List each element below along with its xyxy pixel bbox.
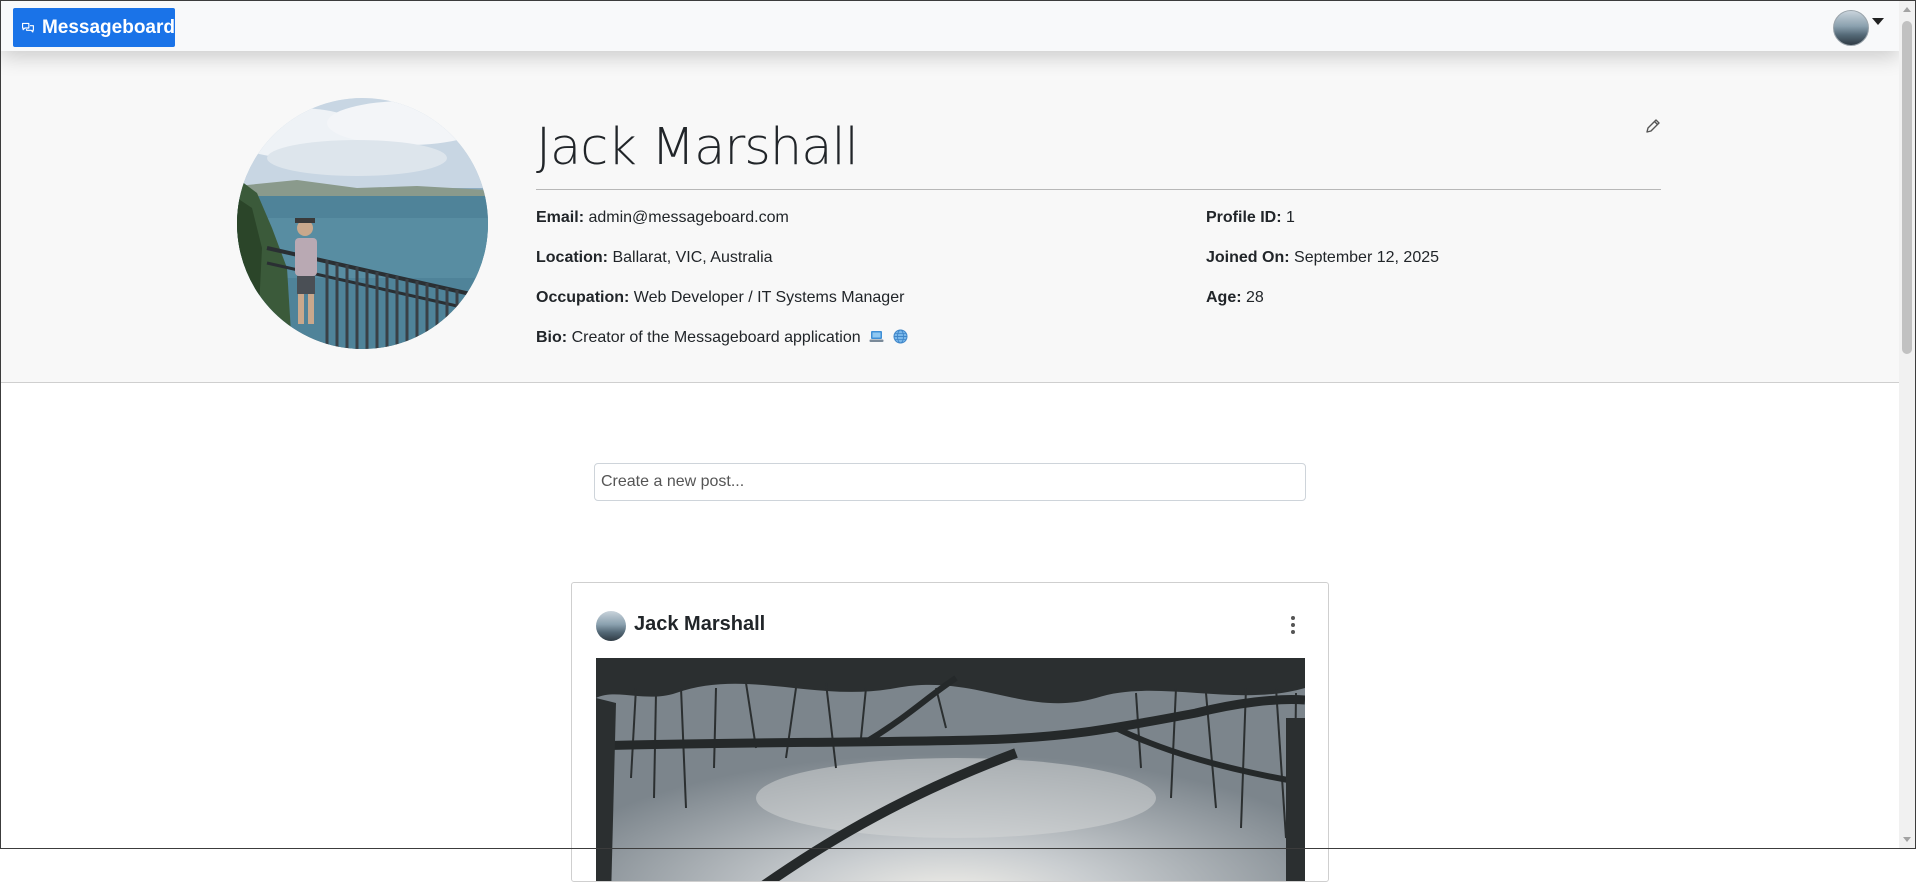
scroll-up-arrow-icon[interactable] [1903,7,1911,12]
profile-id-label: Profile ID: [1206,209,1282,226]
user-avatar[interactable] [1833,10,1869,46]
bio-value: Creator of the Messageboard application [571,329,861,346]
profile-divider [536,189,1661,190]
email-label: Email: [536,209,585,226]
location-label: Location: [536,249,608,266]
age-value: 28 [1246,289,1264,306]
post-author-name[interactable]: Jack Marshall [634,613,765,636]
profile-photo [237,98,488,349]
location-row: Location: Ballarat, VIC, Australia [536,248,773,268]
joined-row: Joined On: September 12, 2025 [1206,248,1439,268]
brand-button[interactable]: Messageboard [13,8,175,47]
joined-label: Joined On: [1206,249,1290,266]
profile-id-row: Profile ID: 1 [1206,208,1295,228]
bio-row: Bio: Creator of the Messageboard applica… [536,328,908,348]
scrollbar-thumb[interactable] [1902,21,1912,354]
profile-id-value: 1 [1286,209,1295,226]
brand-label: Messageboard [41,16,175,38]
top-navbar: Messageboard [1,1,1899,51]
email-row: Email: admin@messageboard.com [536,208,789,228]
globe-emoji-icon [893,329,908,344]
age-row: Age: 28 [1206,288,1264,308]
location-value: Ballarat, VIC, Australia [612,249,773,266]
more-options-icon[interactable] [1287,613,1299,637]
age-label: Age: [1206,289,1242,306]
occupation-value: Web Developer / IT Systems Manager [633,289,905,306]
occupation-row: Occupation: Web Developer / IT Systems M… [536,288,904,308]
bio-label: Bio: [536,329,568,346]
profile-name: Jack Marshall [536,118,859,177]
occupation-label: Occupation: [536,289,630,306]
email-value: admin@messageboard.com [588,209,789,226]
scroll-down-arrow-icon[interactable] [1903,837,1911,842]
post-author-avatar[interactable] [596,611,626,641]
post-image[interactable] [596,658,1305,881]
new-post-input[interactable] [594,463,1306,501]
pencil-edit-icon[interactable] [1644,117,1662,135]
post-card: Jack Marshall [571,582,1329,882]
chat-bubbles-icon [22,22,34,33]
laptop-emoji-icon [869,331,884,342]
page-scrollbar[interactable] [1899,1,1915,848]
caret-down-icon[interactable] [1872,18,1884,25]
joined-value: September 12, 2025 [1294,249,1440,266]
